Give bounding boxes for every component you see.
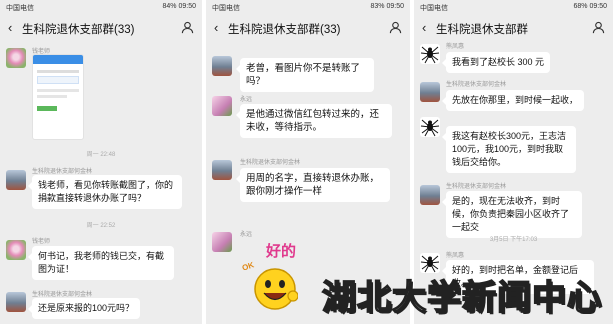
avatar[interactable] [420, 185, 440, 205]
chat-title: 生科院退休支部群(33) [22, 24, 135, 36]
message-bubble[interactable]: 钱老师，看见你转账截图了，你的捐款直接转退休办账了吗？ [28, 175, 182, 209]
message-bubble[interactable]: 用周的名字，直接转退休办账，跟你刚才操作一样 [236, 168, 390, 202]
watermark: 湖北大学新闻中心 [321, 278, 602, 318]
carrier-label: 中国电信 [6, 5, 34, 12]
message-bubble[interactable]: 还是原来报的100元吗？ [27, 298, 141, 319]
sender-name: 永远 [240, 232, 253, 238]
sender-name: 永远 [240, 97, 253, 103]
chat-header: ‹ 生科院退休支部群(33) [206, 16, 410, 42]
status-bar: 中国电信 83% 09:50 [206, 0, 410, 16]
ok-sticker[interactable]: 好的 OK [238, 238, 318, 318]
sender-name: 熊凤惠 [446, 44, 465, 50]
avatar[interactable] [6, 292, 26, 312]
person-icon[interactable] [389, 21, 402, 34]
battery-time: 83% 09:50 [370, 3, 404, 10]
avatar[interactable] [6, 170, 26, 190]
timestamp: 周一 22:48 [86, 152, 116, 158]
avatar[interactable] [212, 232, 232, 252]
sender-name: 生科院退休支部何金林 [240, 160, 301, 166]
message-bubble[interactable]: 先放在你那里，到时候一起收， [441, 90, 585, 111]
status-bar: 中国电信 68% 09:50 [414, 0, 613, 16]
screenshot-image[interactable] [32, 54, 84, 140]
avatar[interactable] [6, 48, 26, 68]
smiley-icon [254, 268, 298, 310]
message-bubble[interactable]: 我这有赵校长300元，王志洁100元，我100元，到时我取钱后交给你。 [442, 126, 576, 173]
spider-avatar[interactable] [420, 44, 440, 64]
back-arrow-icon[interactable]: ‹ [8, 20, 12, 35]
sender-name: 熊凤惠 [446, 253, 465, 259]
carrier-label: 中国电信 [420, 5, 448, 12]
chat-title: 生科院退休支部群 [436, 24, 528, 36]
sticker-word: 好的 [266, 243, 297, 260]
person-icon[interactable] [592, 21, 605, 34]
battery-time: 68% 09:50 [573, 3, 607, 10]
message-bubble[interactable]: 我看到了赵校长 300 元 [441, 52, 551, 73]
back-arrow-icon[interactable]: ‹ [422, 20, 426, 35]
message-bubble[interactable]: 是的，现在无法收齐，到时候，你负责把秦园小区收齐了一起交 [442, 191, 582, 238]
avatar[interactable] [212, 56, 232, 76]
chat-screen-1: 中国电信 84% 09:50 ‹ 生科院退休支部群(33) 钱老师 周一 22:… [0, 0, 202, 324]
timestamp: 3月5日 下午17:03 [489, 237, 538, 243]
person-icon[interactable] [181, 21, 194, 34]
chat-header: ‹ 生科院退休支部群 [414, 16, 613, 42]
timestamp: 周一 22:52 [86, 223, 116, 229]
chat-title: 生科院退休支部群(33) [228, 24, 341, 36]
avatar[interactable] [6, 240, 26, 260]
message-bubble[interactable]: 老曾，看图片你不是转账了吗？ [236, 58, 374, 92]
status-bar: 中国电信 84% 09:50 [0, 0, 202, 16]
sender-name: 生科院退休支部何金林 [446, 184, 507, 190]
battery-time: 84% 09:50 [162, 3, 196, 10]
sender-name: 生科院退休支部何金林 [32, 169, 93, 175]
chat-header: ‹ 生科院退休支部群(33) [0, 16, 202, 42]
spider-avatar[interactable] [420, 117, 440, 137]
back-arrow-icon[interactable]: ‹ [214, 20, 218, 35]
message-bubble[interactable]: 何书记，我老师的钱已交，有截图为证！ [28, 246, 174, 280]
sender-name: 生科院退休支部何金林 [32, 292, 93, 298]
sender-name: 钱老师 [32, 239, 51, 245]
message-bubble[interactable]: 是他通过微信红包转过来的，还未收，等待指示。 [236, 104, 392, 138]
carrier-label: 中国电信 [212, 5, 240, 12]
avatar[interactable] [212, 96, 232, 116]
sender-name: 生科院退休支部何金林 [446, 82, 507, 88]
avatar[interactable] [420, 82, 440, 102]
avatar[interactable] [212, 160, 232, 180]
